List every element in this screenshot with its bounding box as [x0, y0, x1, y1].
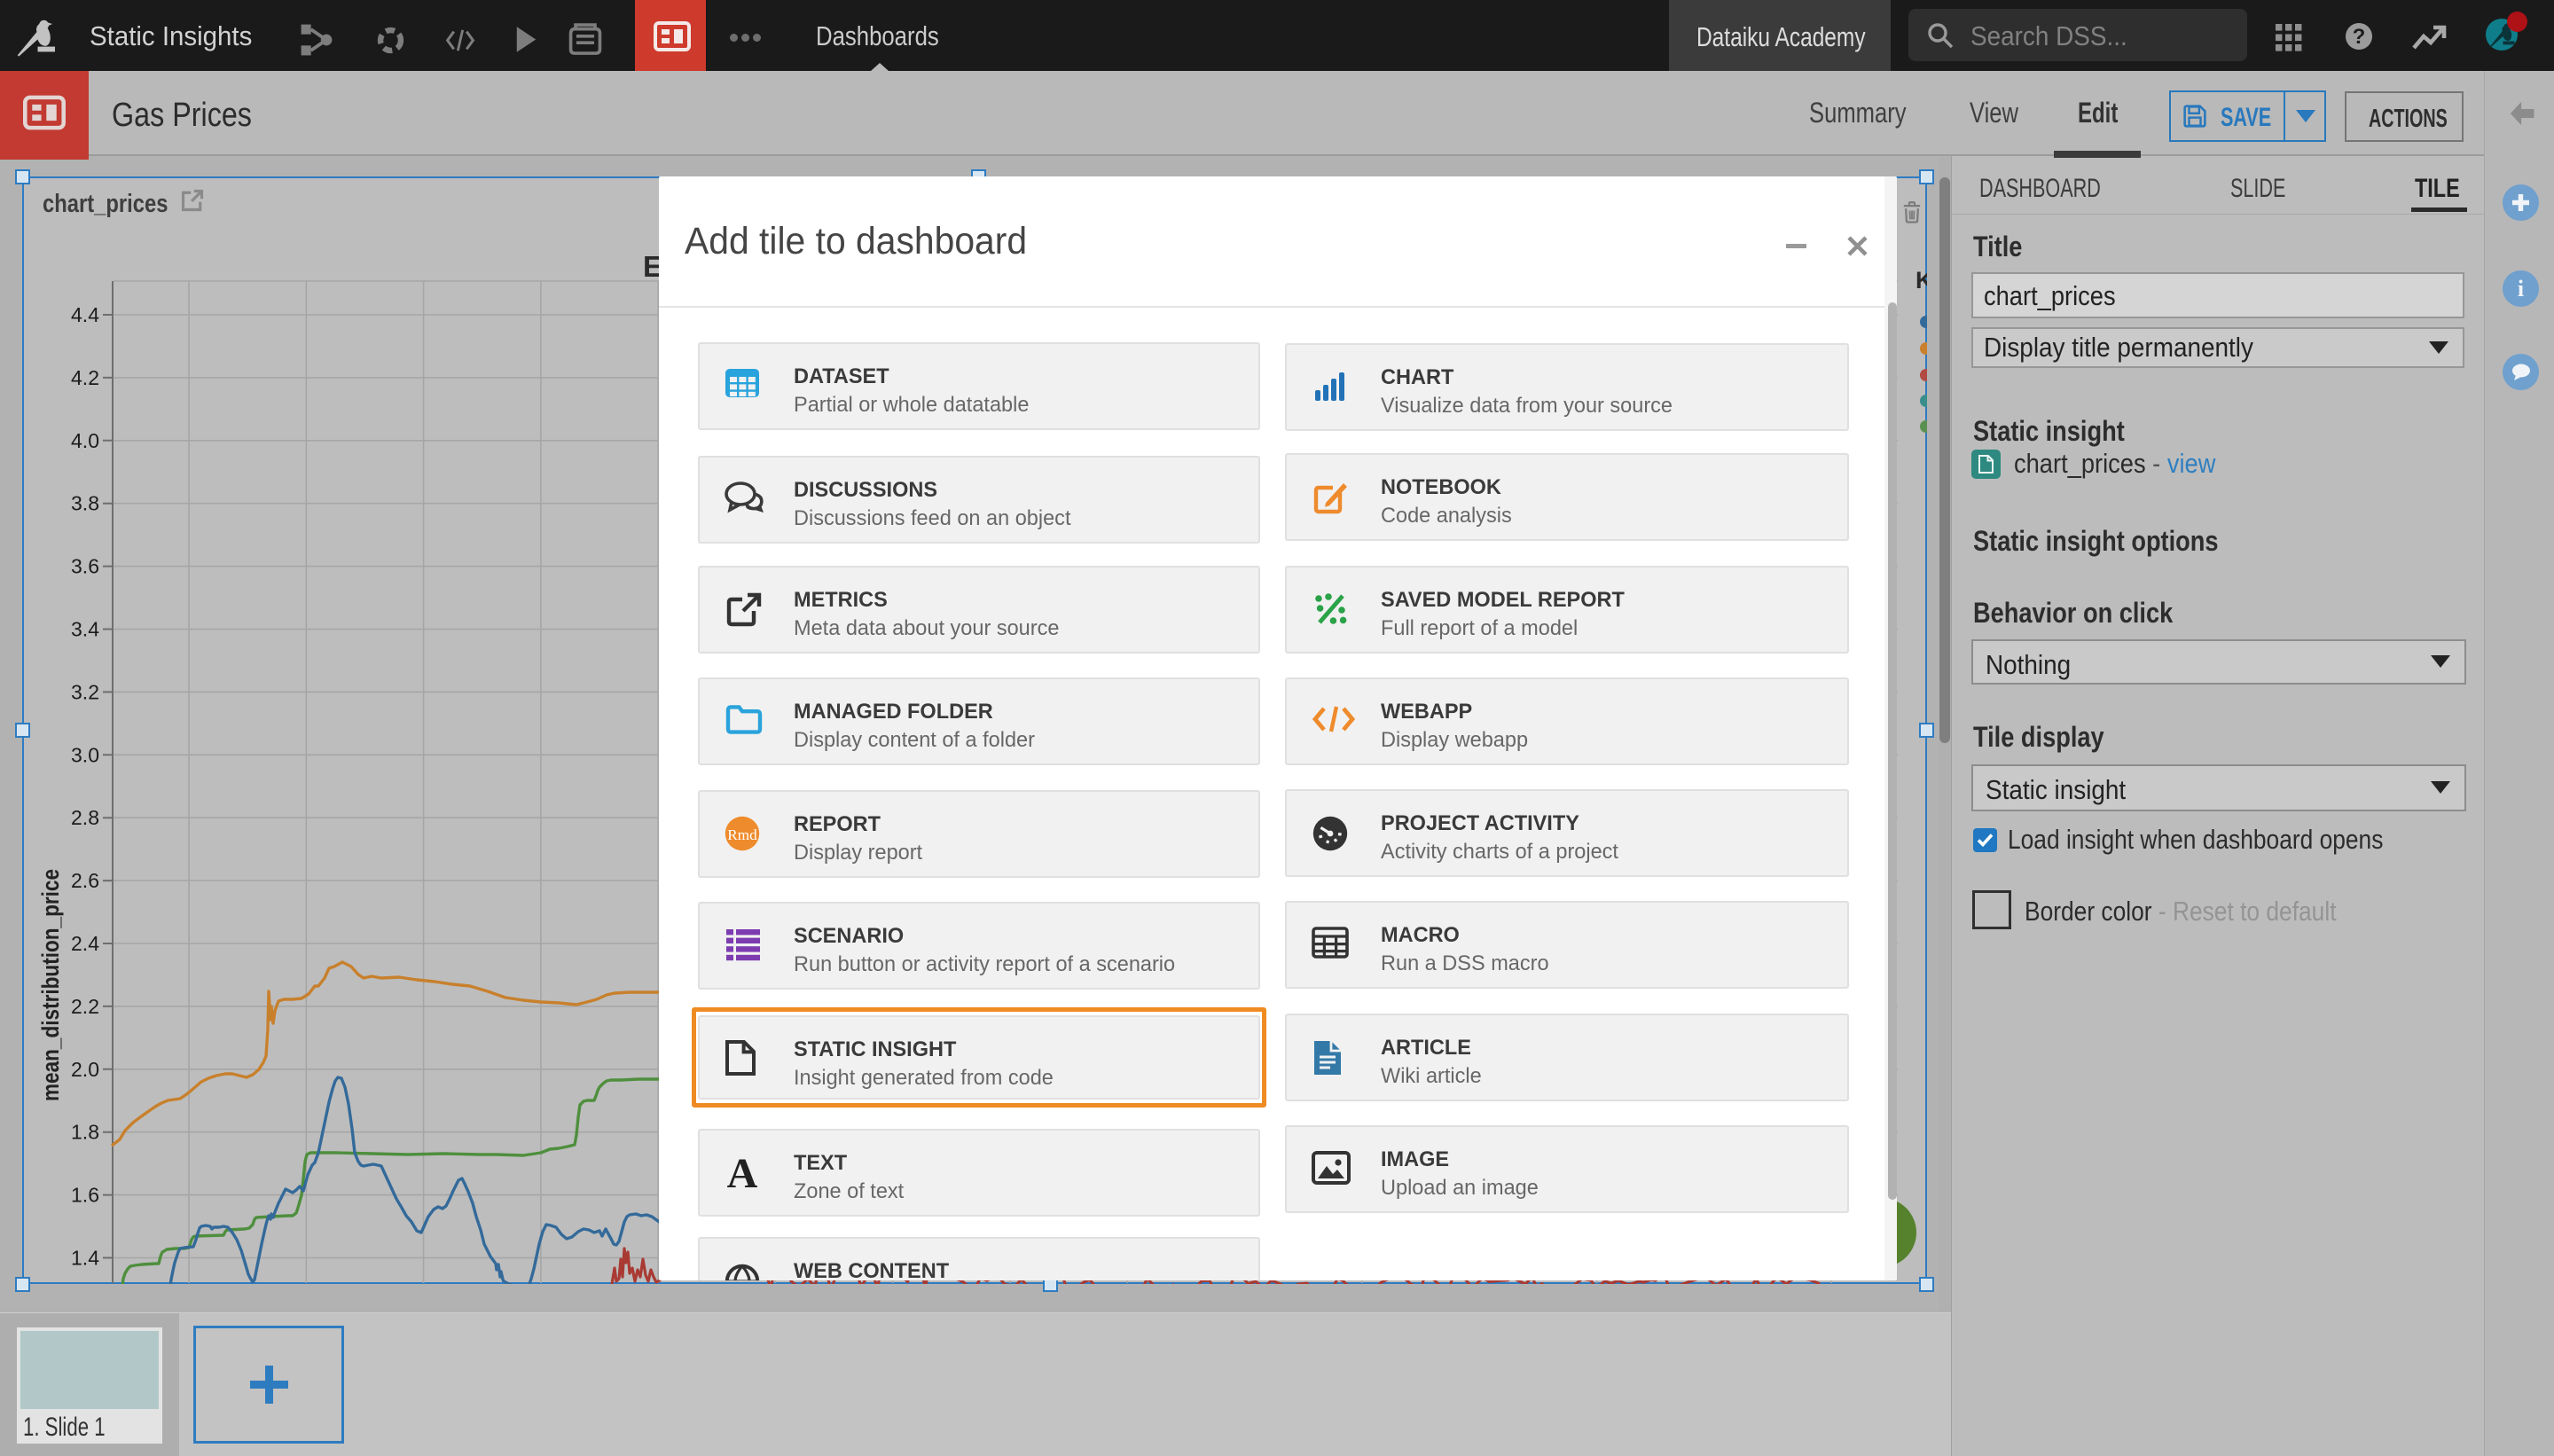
- svg-text:4.0: 4.0: [71, 429, 99, 452]
- svg-text:3.8: 3.8: [71, 492, 99, 515]
- svg-text:2.4: 2.4: [71, 932, 99, 955]
- svg-text:3.6: 3.6: [71, 555, 99, 578]
- svg-text:mean_distribution_price: mean_distribution_price: [37, 869, 64, 1101]
- svg-text:A: A: [727, 1155, 758, 1192]
- svg-text:2.6: 2.6: [71, 869, 99, 892]
- svg-text:4.4: 4.4: [71, 303, 99, 326]
- svg-text:1.6: 1.6: [71, 1184, 99, 1207]
- svg-text:Rmd: Rmd: [727, 826, 757, 843]
- svg-text:2.2: 2.2: [71, 995, 99, 1018]
- svg-text:2.0: 2.0: [71, 1058, 99, 1081]
- svg-text:3.0: 3.0: [71, 743, 99, 766]
- svg-text:2.8: 2.8: [71, 806, 99, 829]
- svg-text:3.2: 3.2: [71, 680, 99, 703]
- svg-text:K: K: [1916, 267, 1927, 294]
- svg-text:1.4: 1.4: [71, 1247, 99, 1270]
- svg-text:1.8: 1.8: [71, 1121, 99, 1144]
- svg-text:4.2: 4.2: [71, 366, 99, 389]
- svg-text:3.4: 3.4: [71, 618, 99, 641]
